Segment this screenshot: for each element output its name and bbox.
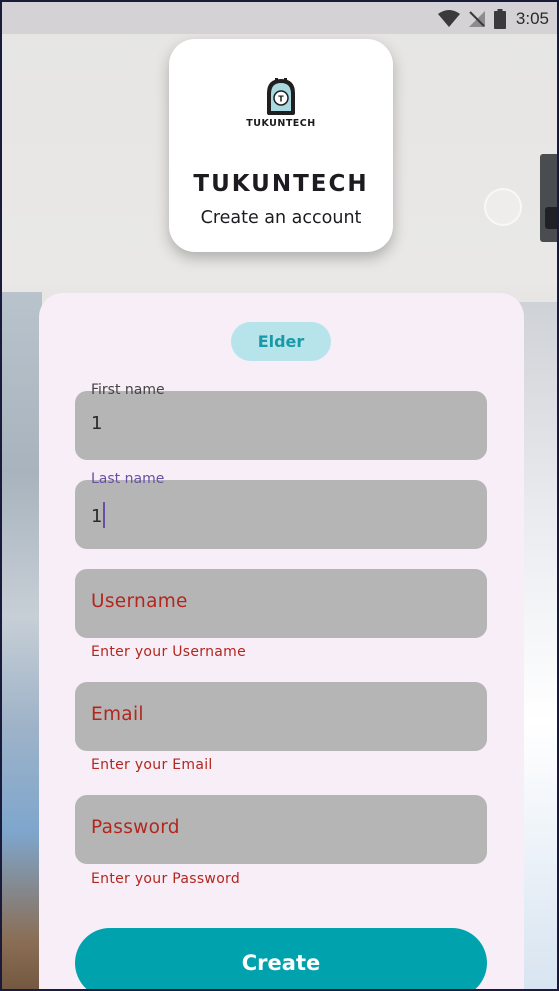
password-field[interactable]: Password xyxy=(75,795,487,864)
first-name-value: 1 xyxy=(91,413,103,434)
username-placeholder: Username xyxy=(91,591,188,612)
last-name-label: Last name xyxy=(91,471,165,487)
header-card: T TUKUNTECH TUKUNTECH Create an account xyxy=(169,39,393,252)
text-caret xyxy=(103,502,106,528)
last-name-field[interactable]: Last name 1 xyxy=(75,471,487,549)
page-title: TUKUNTECH xyxy=(193,171,369,197)
first-name-label: First name xyxy=(91,382,165,398)
background-bed-rail xyxy=(2,292,42,989)
background-bubble xyxy=(484,188,522,226)
last-name-value: 1 xyxy=(91,506,103,527)
email-field[interactable]: Email xyxy=(75,682,487,751)
status-bar: 3:05 xyxy=(2,2,557,34)
role-chip-elder[interactable]: Elder xyxy=(231,322,331,361)
password-placeholder: Password xyxy=(91,817,180,838)
wifi-icon xyxy=(437,10,460,27)
screen: 3:05 T TUKUNTECH TUKUNTECH Create an acc… xyxy=(0,0,559,991)
status-time: 3:05 xyxy=(515,9,549,28)
first-name-field[interactable]: First name 1 xyxy=(75,382,487,460)
signup-form-card: Elder First name 1 Last name 1 Username … xyxy=(39,293,524,989)
no-signal-icon xyxy=(468,11,485,27)
battery-icon xyxy=(493,9,506,29)
username-field[interactable]: Username xyxy=(75,569,487,638)
email-error: Enter your Email xyxy=(91,757,213,773)
username-error: Enter your Username xyxy=(91,644,247,660)
background-wall-device-panel xyxy=(545,207,557,229)
logo-badge-text: T xyxy=(278,95,284,104)
page-subtitle: Create an account xyxy=(200,208,362,228)
last-name-value-wrapper: 1 xyxy=(91,502,106,528)
logo-text: TUKUNTECH xyxy=(246,118,316,129)
password-error: Enter your Password xyxy=(91,871,241,887)
create-button[interactable]: Create xyxy=(75,928,487,989)
email-placeholder: Email xyxy=(91,704,144,725)
status-icons: 3:05 xyxy=(437,6,549,32)
